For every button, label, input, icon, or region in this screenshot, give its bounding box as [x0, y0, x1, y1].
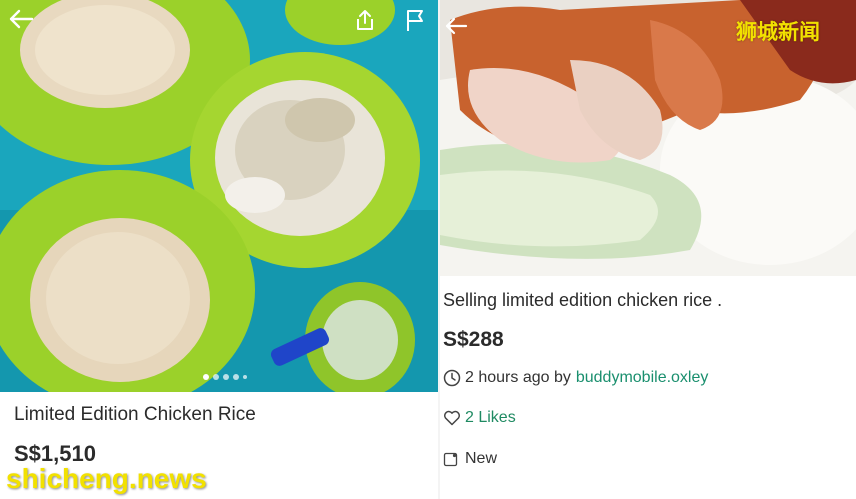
back-button[interactable] [6, 6, 36, 32]
watermark-bottom-left: shicheng.news [6, 463, 207, 494]
condition-label: New [465, 450, 498, 467]
clock-icon [443, 369, 461, 387]
flag-icon [407, 10, 423, 31]
likes-count: 2 Likes [465, 409, 516, 426]
carousel-dot[interactable] [233, 374, 239, 380]
listing-photo-carousel[interactable] [0, 0, 438, 392]
likes-button[interactable]: 2 Likes [443, 407, 516, 429]
report-button[interactable] [402, 6, 428, 34]
listing-right: 狮城新闻 Selling limited edition chicken ric… [440, 0, 856, 499]
tag-icon [443, 452, 458, 467]
condition-info: New [443, 448, 497, 470]
share-icon [357, 10, 373, 30]
chicken-rice-photo [0, 0, 438, 392]
back-button[interactable] [442, 14, 470, 38]
watermark-top-right: 狮城新闻 [736, 21, 820, 44]
carousel-dot[interactable] [203, 374, 209, 380]
heart-icon [444, 410, 460, 426]
listing-price: S$288 [443, 328, 504, 351]
carousel-dot[interactable] [243, 375, 247, 379]
listing-photo[interactable]: 狮城新闻 [440, 0, 856, 276]
carousel-dot[interactable] [213, 374, 219, 380]
posted-time: 2 hours ago by [465, 369, 571, 386]
carousel-dot[interactable] [223, 374, 229, 380]
share-button[interactable] [352, 6, 378, 34]
back-arrow-icon [9, 9, 34, 29]
seller-link[interactable]: buddymobile.oxley [576, 369, 709, 387]
listing-left: Limited Edition Chicken Rice S$1,510 [0, 0, 438, 499]
back-arrow-icon [445, 17, 468, 35]
posted-info: 2 hours ago by buddymobile.oxley [443, 367, 708, 389]
listing-title[interactable]: Selling limited edition chicken rice . [443, 290, 722, 311]
listing-title[interactable]: Limited Edition Chicken Rice [14, 404, 256, 426]
